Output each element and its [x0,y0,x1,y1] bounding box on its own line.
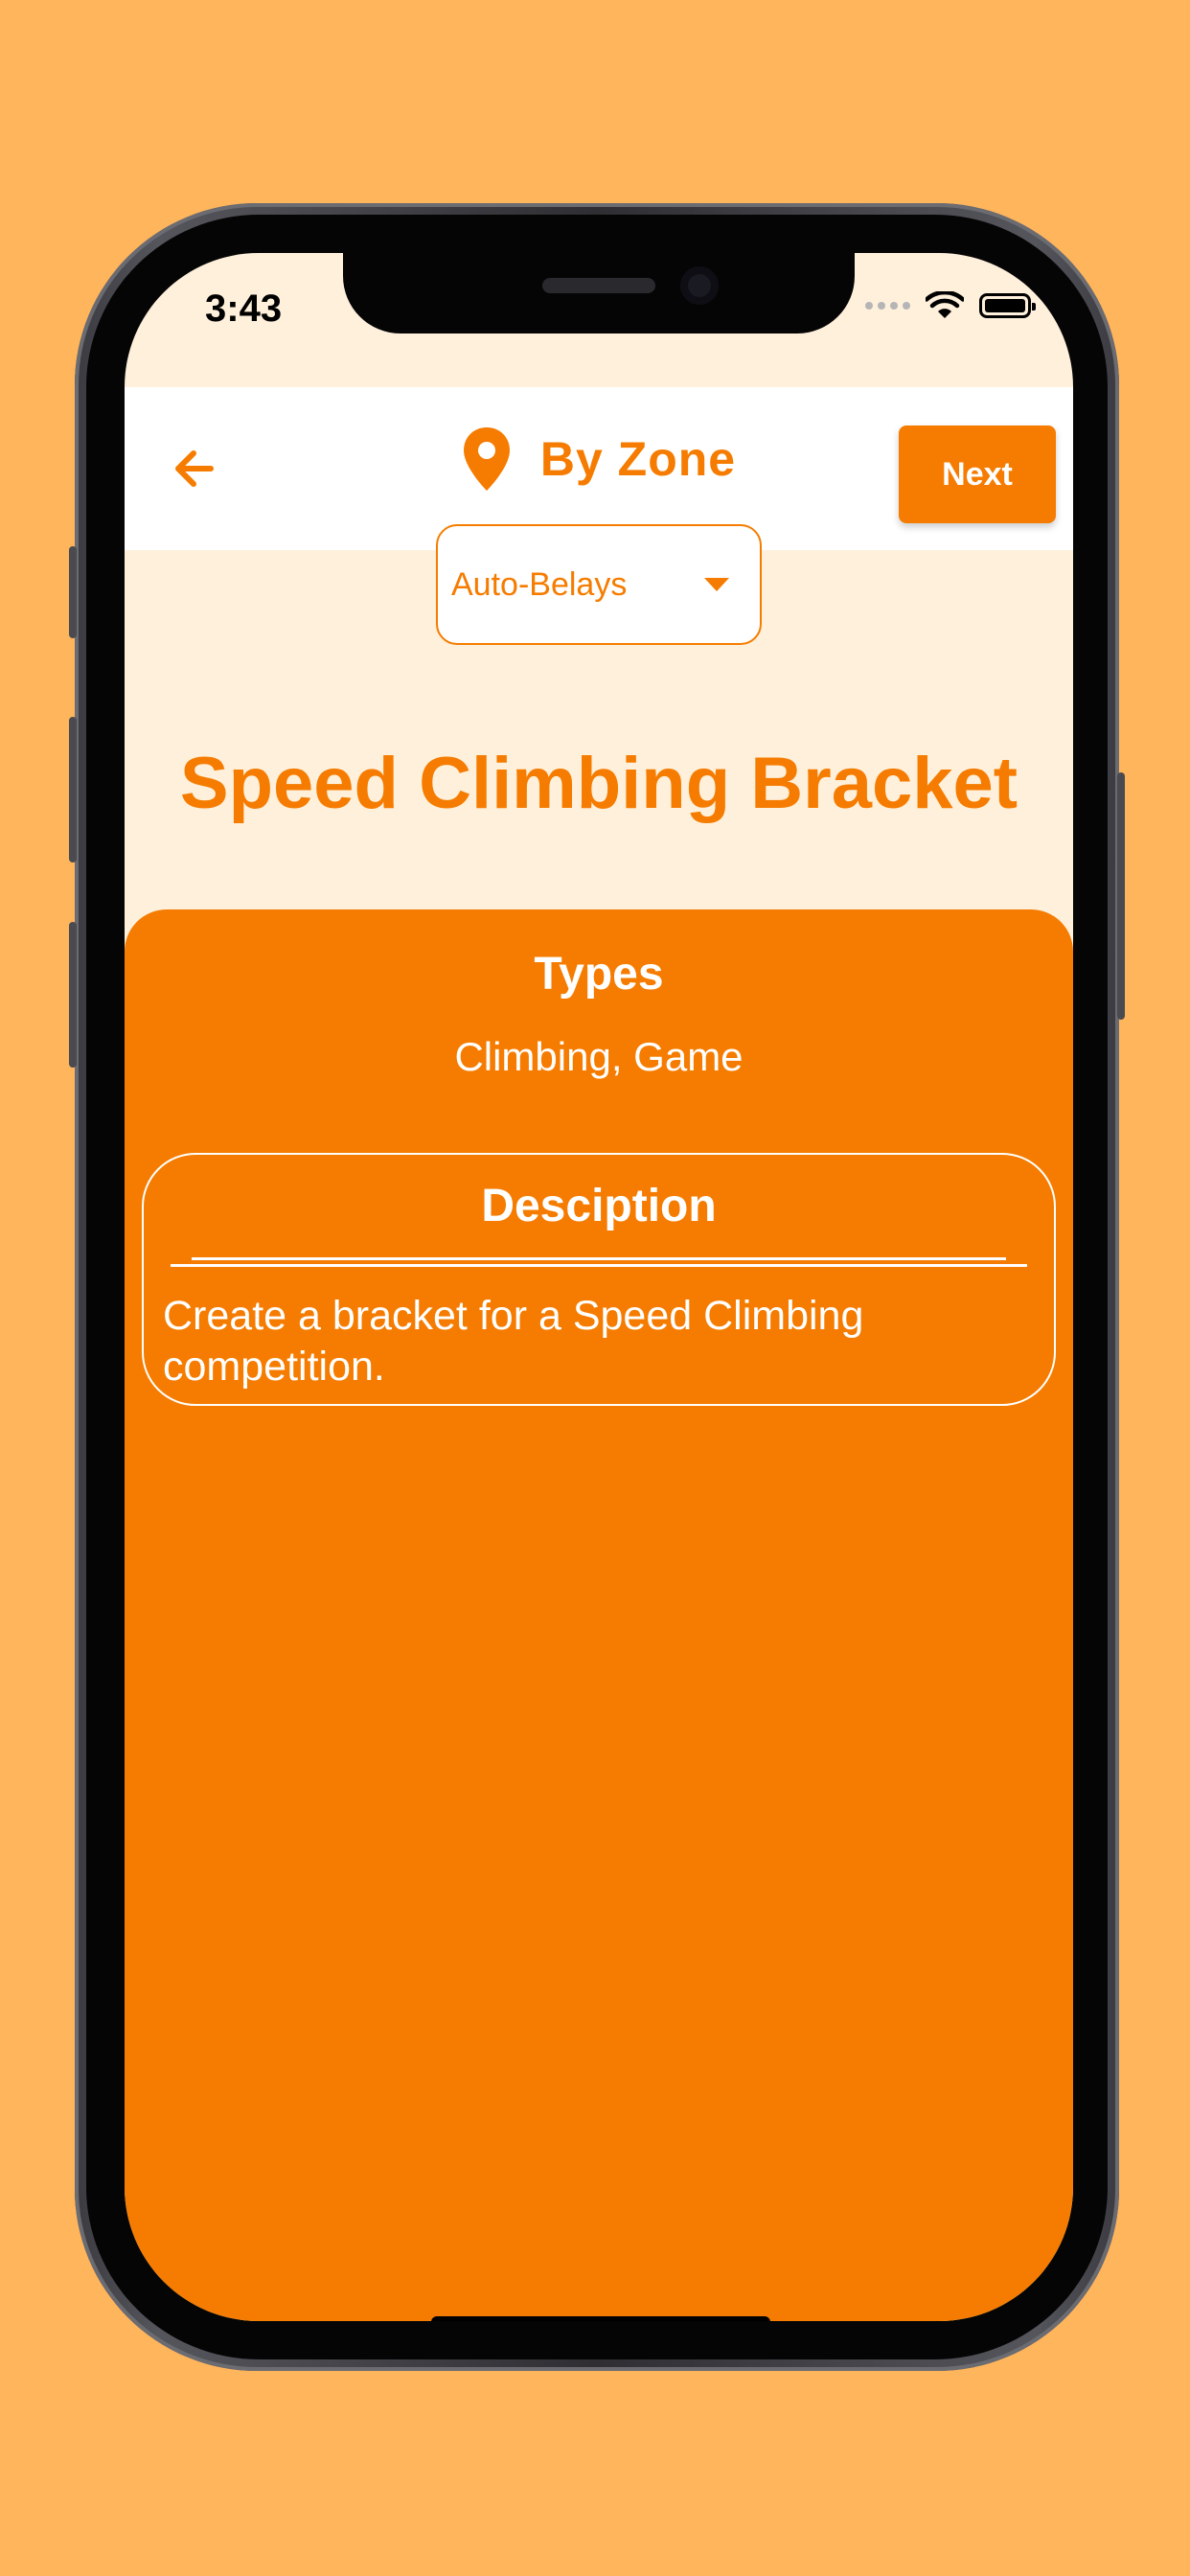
silent-switch [69,546,77,638]
front-camera [680,266,719,305]
zone-dropdown[interactable]: Auto-Belays [436,524,762,645]
zone-dropdown-value: Auto-Belays [451,565,628,603]
cellular-signal-icon [865,302,910,310]
wifi-icon [926,291,964,318]
status-time: 3:43 [205,288,283,330]
activity-details-card: Types Climbing, Game Desciption Create a… [125,909,1073,2321]
caret-down-icon [704,578,729,591]
activity-title: Speed Climbing Bracket [179,743,1018,824]
description-heading: Desciption [481,1181,717,1231]
page-header-title: By Zone [539,432,737,486]
description-text: Create a bracket for a Speed Climbing co… [163,1293,864,1390]
battery-icon [979,293,1036,318]
earpiece-speaker [542,278,655,293]
next-button[interactable]: Next [899,426,1056,523]
app-screen: By Zone Next 3:43 Auto-Belays Speed Clim… [125,253,1073,2321]
types-value: Climbing, Game [454,1034,744,1079]
description-divider [192,1257,1006,1260]
camera-notch [343,253,855,334]
volume-down-button [69,922,77,1068]
home-indicator[interactable] [431,2316,770,2321]
types-heading: Types [534,949,664,1000]
location-pin-icon [463,427,510,491]
description-box: Desciption Create a bracket for a Speed … [142,1153,1056,1406]
status-icons [865,291,1036,320]
volume-up-button [69,717,77,862]
power-button [1117,772,1125,1020]
